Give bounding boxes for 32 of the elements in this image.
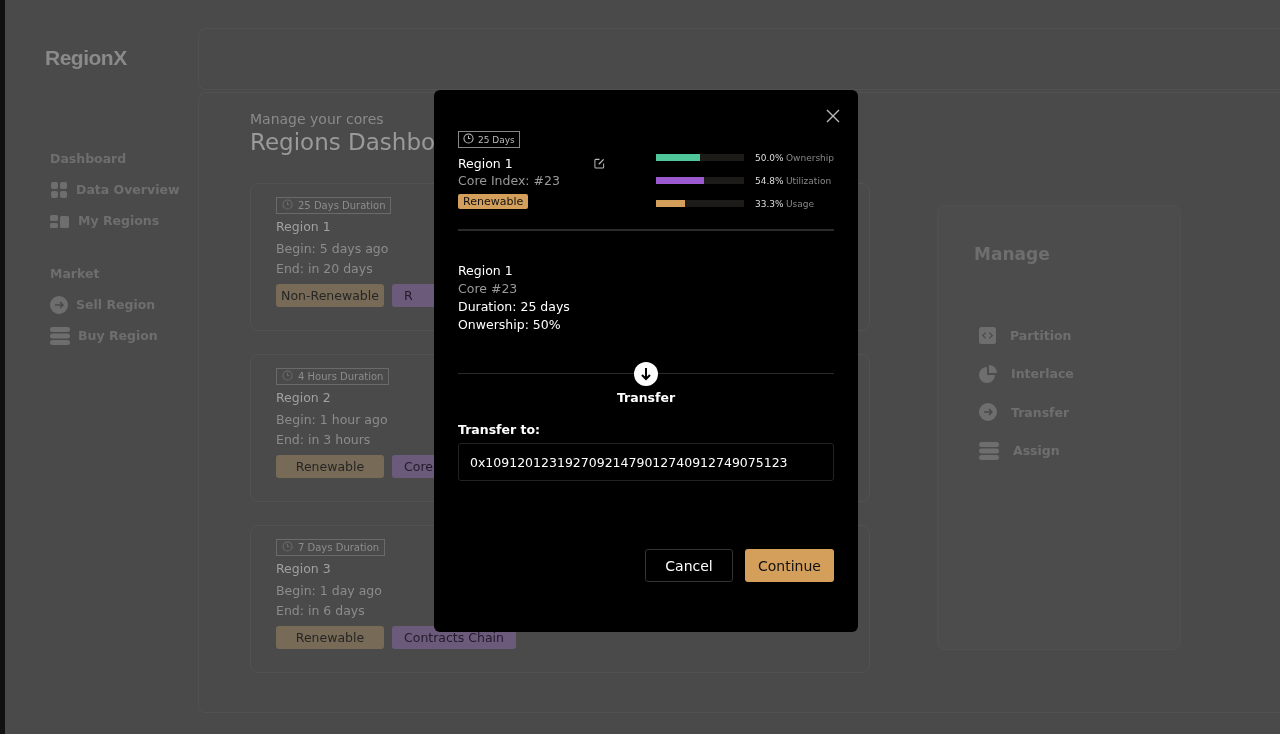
region-begin: Begin: 1 hour ago: [276, 412, 388, 427]
tag: Renewable: [276, 455, 384, 478]
tag: Non-Renewable: [276, 284, 384, 307]
duration-badge: 25 Days Duration: [276, 197, 392, 214]
summary-ownership: Onwership: 50%: [458, 316, 562, 334]
meter-label: Utilization: [786, 175, 832, 186]
duration-badge: 7 Days Duration: [276, 539, 386, 556]
region-begin: Begin: 5 days ago: [276, 241, 389, 256]
field-label: Transfer to:: [458, 422, 542, 437]
meter-reading: 54.8%: [755, 175, 785, 186]
region-name: Region 1: [276, 219, 331, 234]
tag: Renewable: [276, 626, 384, 649]
step-label: Transfer: [616, 390, 676, 405]
region-name: Region 3: [276, 561, 331, 576]
tag: Renewable: [458, 194, 529, 209]
page-subtitle: Manage your cores: [250, 111, 384, 127]
core-index: Core Index: #23: [458, 173, 561, 188]
meter-reading: 33.3%: [755, 198, 785, 209]
duration-badge: 4 Hours Duration: [276, 368, 390, 385]
meter-label: Ownership: [786, 152, 834, 163]
duration-badge: 25 Days: [458, 131, 520, 148]
region-name: Region 1: [458, 156, 513, 171]
region-end: End: in 20 days: [276, 261, 373, 276]
region-end: End: in 6 days: [276, 603, 365, 618]
page-title: Regions Dashbo: [250, 129, 436, 155]
meter-label: Usage: [786, 198, 815, 209]
region-name: Region 2: [276, 390, 331, 405]
logo: RegionX: [45, 46, 128, 70]
summary-name: Region 1: [458, 262, 514, 280]
region-end: End: in 3 hours: [276, 432, 371, 447]
region-begin: Begin: 1 day ago: [276, 583, 382, 598]
meter-reading: 50.0%: [755, 152, 785, 163]
